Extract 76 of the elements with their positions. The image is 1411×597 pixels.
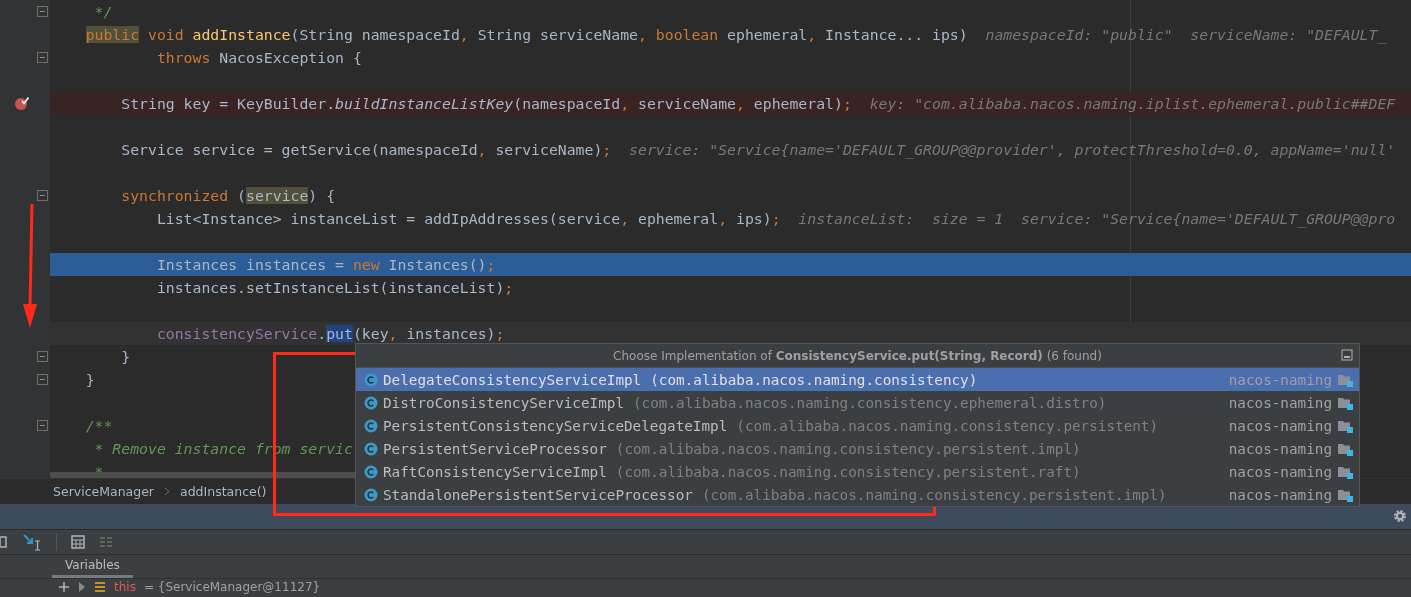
implementation-item[interactable]: PersistentConsistencyServiceDelegateImpl (com.alibaba.nacos.naming.consistency.persistent) nacos-naming xyxy=(356,414,1359,437)
class-icon xyxy=(364,418,378,433)
step-icon[interactable] xyxy=(0,535,8,549)
code-line: instances.setInstanceList(instanceList); xyxy=(156,279,514,296)
folder-icon xyxy=(1337,395,1353,410)
settings-icon[interactable] xyxy=(1393,509,1407,523)
fold-icon[interactable] xyxy=(37,6,48,17)
expand-icon[interactable] xyxy=(78,582,86,592)
package-name: (com.alibaba.nacos.naming.consistency.persistent.impl) xyxy=(615,440,1081,457)
class-icon xyxy=(364,441,378,456)
code-line: */ xyxy=(93,3,113,20)
implementation-item[interactable]: RaftConsistencyServiceImpl (com.alibaba.nacos.naming.consistency.persistent.raft) nacos-naming xyxy=(356,460,1359,483)
breakpoint-icon[interactable] xyxy=(14,95,30,111)
package-name: (com.alibaba.nacos.naming.consistency) xyxy=(650,371,978,388)
class-icon xyxy=(364,372,378,387)
popup-title: Choose Implementation of ConsistencyService.put(String, Record) (6 found) xyxy=(613,348,1102,363)
folder-icon xyxy=(1337,487,1353,502)
chevron-icon xyxy=(164,486,170,496)
fold-icon[interactable] xyxy=(37,351,48,362)
package-name: (com.alibaba.nacos.naming.consistency.persistent.impl) xyxy=(701,486,1167,503)
fold-icon[interactable] xyxy=(37,52,48,63)
class-name: RaftConsistencyServiceImpl xyxy=(383,463,607,480)
code-line: /** xyxy=(85,417,113,434)
variable-name: this xyxy=(114,580,136,594)
code-line: Service service = getService(namespaceId, serviceName); xyxy=(121,141,612,158)
module-name: nacos-naming xyxy=(1228,394,1332,411)
code-line: public void addInstance(String namespaceId, String serviceName, boolean ephemeral, Instance... ips) xyxy=(85,26,968,43)
package-name: (com.alibaba.nacos.naming.consistency.persistent.raft) xyxy=(615,463,1081,480)
class-name: PersistentConsistencyServiceDelegateImpl xyxy=(383,417,728,434)
variable-value: = {ServiceManager@11127} xyxy=(143,580,321,594)
code-line: * xyxy=(93,463,104,478)
code-line: consistencyService.put(key, instances); xyxy=(156,325,505,342)
module-name: nacos-naming xyxy=(1228,417,1332,434)
code-line: List<Instance> instanceList = addIpAddresses(service, ephemeral, ips); xyxy=(156,210,781,227)
table-icon[interactable] xyxy=(71,535,85,549)
implementation-item[interactable]: StandalonePersistentServiceProcessor (com.alibaba.nacos.naming.consistency.persistent.impl) nacos-naming xyxy=(356,483,1359,506)
add-icon[interactable] xyxy=(58,581,70,593)
class-name: DelegateConsistencyServiceImpl xyxy=(383,371,642,388)
fold-icon[interactable] xyxy=(37,374,48,385)
fold-icon[interactable] xyxy=(37,190,48,201)
package-name: (com.alibaba.nacos.naming.consistency.persistent) xyxy=(736,417,1159,434)
code-line: Instances instances = new Instances(); xyxy=(156,256,496,273)
field-icon xyxy=(94,581,106,593)
inline-hint: instanceList: size = 1 service: "Service{name='DEFAULT_GROUP@@pro xyxy=(798,210,1396,227)
breadcrumb-item[interactable]: addInstance() xyxy=(180,483,267,499)
code-line: } xyxy=(121,348,131,365)
class-name: DistroConsistencyServiceImpl xyxy=(383,394,624,411)
code-line: } xyxy=(85,371,95,388)
class-name: PersistentServiceProcessor xyxy=(383,440,607,457)
implementation-item[interactable]: PersistentServiceProcessor (com.alibaba.nacos.naming.consistency.persistent.impl) nacos-naming xyxy=(356,437,1359,460)
module-name: nacos-naming xyxy=(1228,463,1332,480)
module-name: nacos-naming xyxy=(1228,486,1332,503)
class-icon xyxy=(364,464,378,479)
breadcrumb-item[interactable]: ServiceManager xyxy=(53,483,154,499)
module-name: nacos-naming xyxy=(1228,440,1332,457)
implementation-item[interactable]: DistroConsistencyServiceImpl (com.alibaba.nacos.naming.consistency.ephemeral.distro) nacos-naming xyxy=(356,391,1359,414)
module-name: nacos-naming xyxy=(1228,371,1332,388)
folder-icon xyxy=(1337,464,1353,479)
folder-icon xyxy=(1337,441,1353,456)
code-line: throws NacosException { xyxy=(156,49,362,66)
step-into-icon[interactable] xyxy=(22,533,42,551)
class-icon xyxy=(364,395,378,410)
panel-tab[interactable]: Variables xyxy=(52,558,133,578)
inline-hint: namespaceId: "public" serviceName: "DEFAULT_ xyxy=(985,26,1387,43)
code-line: synchronized (service) { xyxy=(121,187,336,204)
inline-hint: service: "Service{name='DEFAULT_GROUP@@provider', protectThreshold=0.0, appName='null' xyxy=(629,141,1396,158)
fold-icon[interactable] xyxy=(37,420,48,431)
code-line: String key = KeyBuilder.buildInstanceListKey(namespaceId, serviceName, ephemeral); xyxy=(121,95,852,112)
class-icon xyxy=(364,487,378,502)
folder-icon xyxy=(1337,372,1353,387)
class-name: StandalonePersistentServiceProcessor xyxy=(383,486,693,503)
pin-icon[interactable] xyxy=(1341,349,1353,361)
folder-icon xyxy=(1337,418,1353,433)
package-name: (com.alibaba.nacos.naming.consistency.ephemeral.distro) xyxy=(633,394,1107,411)
inline-hint: key: "com.alibaba.nacos.naming.iplist.ephemeral.public##DEF xyxy=(869,95,1396,112)
implementation-item[interactable]: DelegateConsistencyServiceImpl (com.alibaba.nacos.naming.consistency) nacos-naming xyxy=(356,368,1359,391)
